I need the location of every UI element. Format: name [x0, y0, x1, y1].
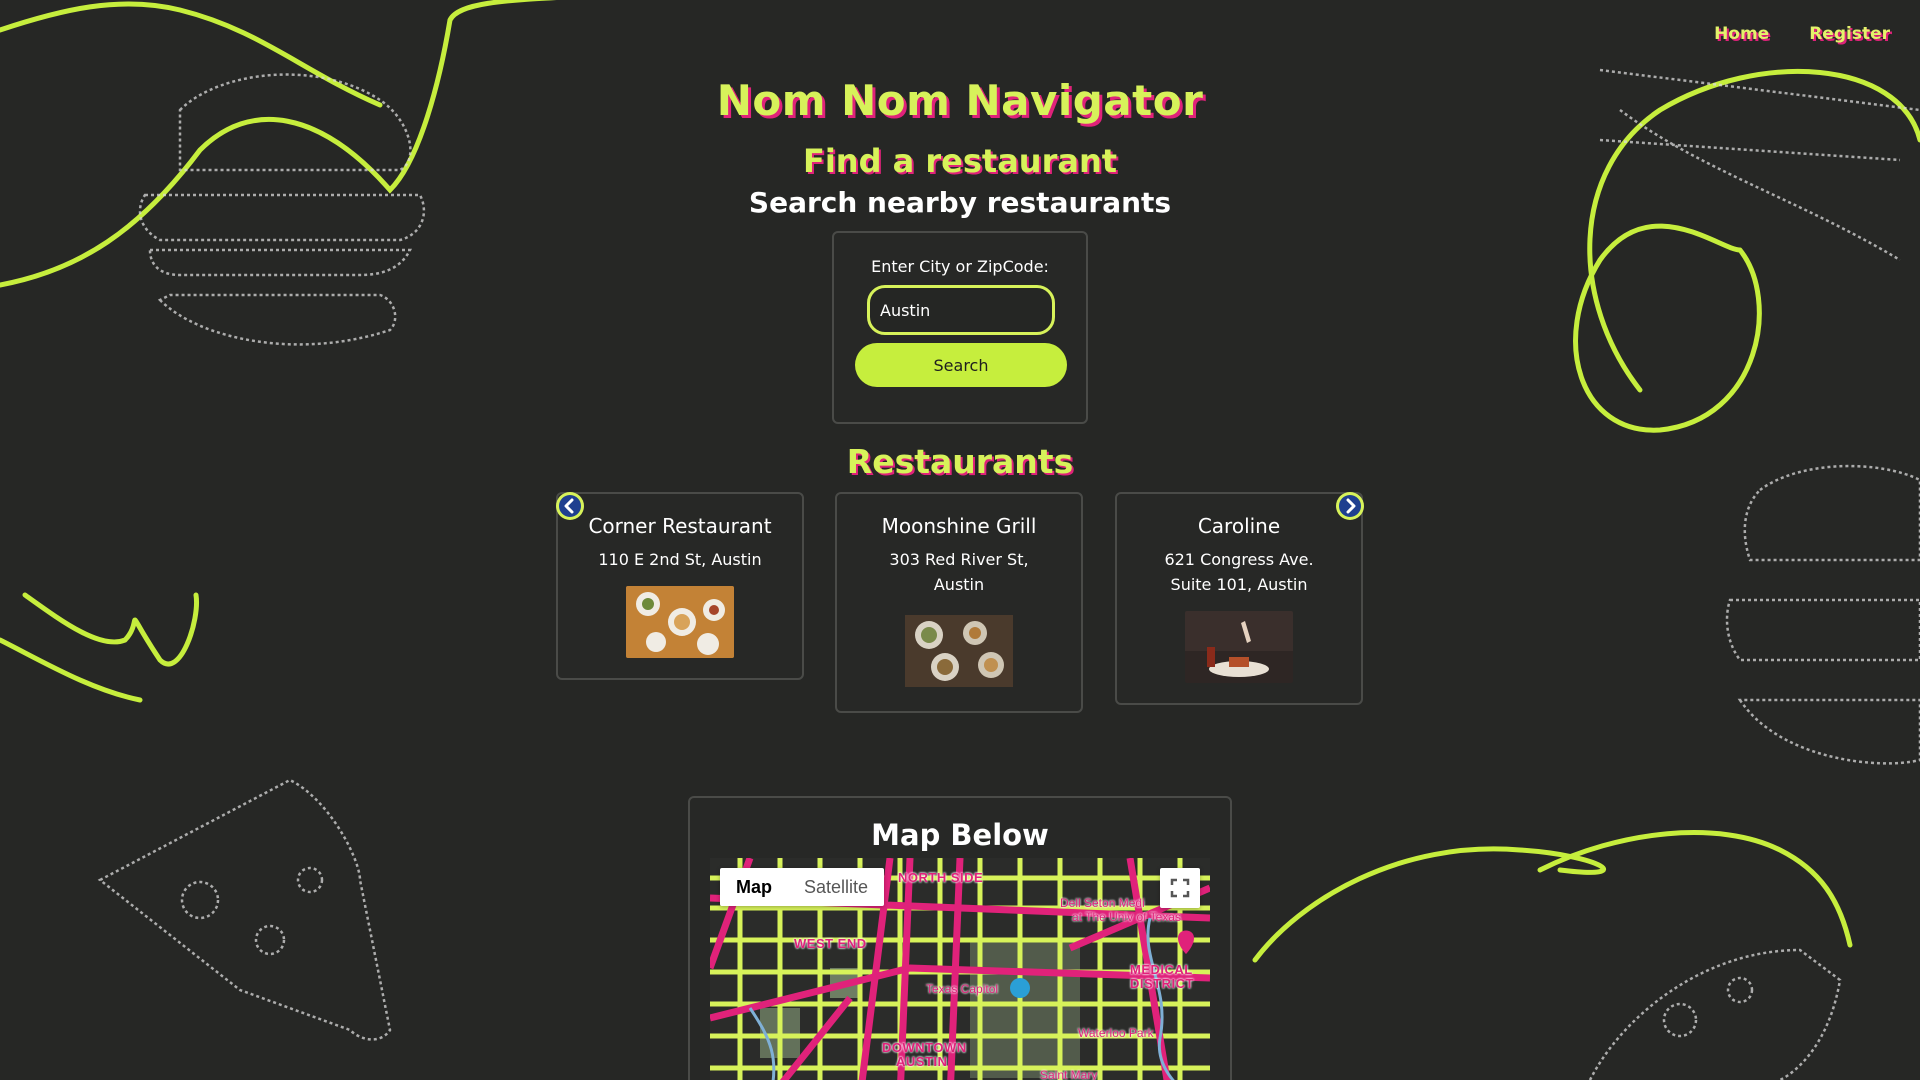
search-subtitle: Search nearby restaurants: [748, 186, 1172, 219]
google-map[interactable]: Map Satellite NORTH SIDE WEST END Dell S…: [710, 858, 1210, 1080]
restaurant-name: Corner Restaurant: [588, 514, 772, 538]
restaurant-photo: [1185, 611, 1293, 683]
map-label-texas-capitol: Texas Capitol: [926, 982, 999, 996]
carousel-prev-button[interactable]: [556, 492, 584, 520]
restaurant-name: Caroline: [1197, 514, 1281, 538]
map-label-hospital: Dell Seton Medi: [1060, 896, 1145, 910]
nav-home-link[interactable]: Home: [1714, 24, 1769, 44]
map-type-satellite-button[interactable]: Satellite: [788, 868, 884, 906]
map-label-downtown-austin: AUSTIN: [896, 1054, 948, 1069]
map-label-downtown: DOWNTOWN: [882, 1040, 967, 1055]
restaurant-address: 303 Red River St, Austin: [889, 550, 1029, 594]
restaurant-address: 621 Congress Ave. Suite 101, Austin: [1164, 550, 1314, 594]
restaurant-name: Moonshine Grill: [881, 514, 1037, 538]
search-button[interactable]: Search: [855, 343, 1067, 387]
chevron-right-icon: [1339, 495, 1361, 517]
restaurant-photo: [905, 615, 1013, 687]
map-label-hospital-sub: at The Univ of Texas: [1072, 910, 1181, 924]
map-label-north-side: NORTH SIDE: [898, 870, 984, 885]
restaurant-card[interactable]: Moonshine Grill 303 Red River St, Austin: [835, 492, 1083, 713]
app-title: Nom Nom Navigator: [716, 76, 1204, 125]
map-label-saint-mary: Saint Mary: [1040, 1068, 1098, 1080]
restaurant-card[interactable]: Caroline 621 Congress Ave. Suite 101, Au…: [1115, 492, 1363, 705]
restaurants-heading: Restaurants: [846, 442, 1074, 481]
search-label: Enter City or ZipCode:: [871, 257, 1049, 276]
restaurant-address: 110 E 2nd St, Austin: [598, 550, 762, 569]
fullscreen-icon: [1170, 878, 1190, 898]
search-form: Enter City or ZipCode: Search: [832, 231, 1088, 424]
map-section: Map Below Map Satellite NORTH SIDE WEST …: [688, 796, 1232, 1080]
map-label-medical-district-2: DISTRICT: [1130, 976, 1194, 991]
map-title: Map Below: [871, 818, 1049, 852]
find-restaurant-heading: Find a restaurant: [802, 142, 1118, 180]
chevron-left-icon: [559, 495, 581, 517]
restaurant-card[interactable]: Corner Restaurant 110 E 2nd St, Austin: [556, 492, 804, 680]
map-type-toggle: Map Satellite: [720, 868, 885, 906]
top-nav: Home Register: [1714, 24, 1890, 44]
nav-register-link[interactable]: Register: [1809, 24, 1890, 44]
map-type-map-button[interactable]: Map: [720, 868, 788, 906]
city-zip-input[interactable]: [867, 285, 1055, 335]
restaurant-photo: [626, 586, 734, 658]
carousel-next-button[interactable]: [1336, 492, 1364, 520]
map-label-medical-district: MEDICAL: [1130, 962, 1193, 977]
map-label-waterloo-park: Waterloo Park: [1078, 1026, 1154, 1040]
map-label-west-end: WEST END: [794, 936, 867, 951]
fullscreen-button[interactable]: [1160, 868, 1200, 908]
